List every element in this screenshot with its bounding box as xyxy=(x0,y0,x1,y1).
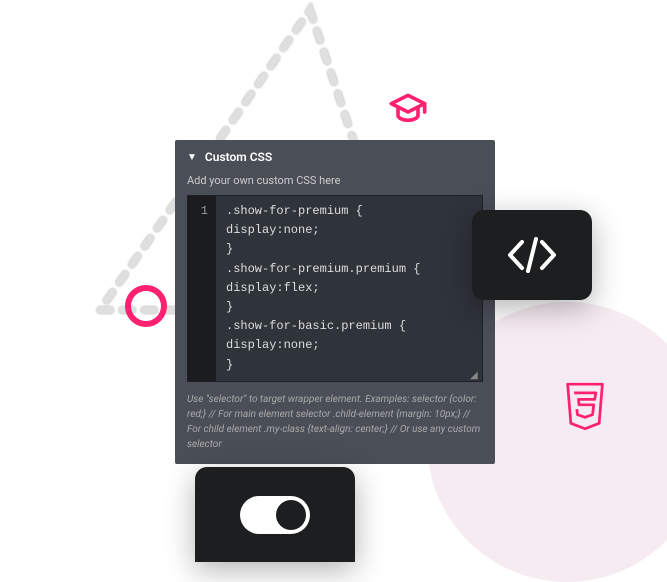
collapse-chevron-icon: ▼ xyxy=(187,152,197,163)
toggle-card xyxy=(195,467,355,562)
panel-subtitle: Add your own custom CSS here xyxy=(175,174,495,195)
line-number: 1 xyxy=(196,202,208,221)
graduation-cap-icon xyxy=(388,87,428,127)
code-icon-card xyxy=(472,210,592,300)
line-number-gutter: 1 xyxy=(188,196,216,381)
css3-icon xyxy=(563,382,607,432)
custom-css-panel: ▼ Custom CSS Add your own custom CSS her… xyxy=(175,140,495,464)
panel-header[interactable]: ▼ Custom CSS xyxy=(175,140,495,174)
code-textarea[interactable]: .show-for-premium { display:none; } .sho… xyxy=(216,196,482,381)
code-icon xyxy=(504,234,560,276)
help-text: Use "selector" to target wrapper element… xyxy=(175,382,495,452)
panel-title: Custom CSS xyxy=(205,150,272,164)
toggle-switch[interactable] xyxy=(240,496,310,534)
css-code-editor[interactable]: 1 .show-for-premium { display:none; } .s… xyxy=(187,195,483,382)
pink-ring-decoration xyxy=(125,285,167,327)
